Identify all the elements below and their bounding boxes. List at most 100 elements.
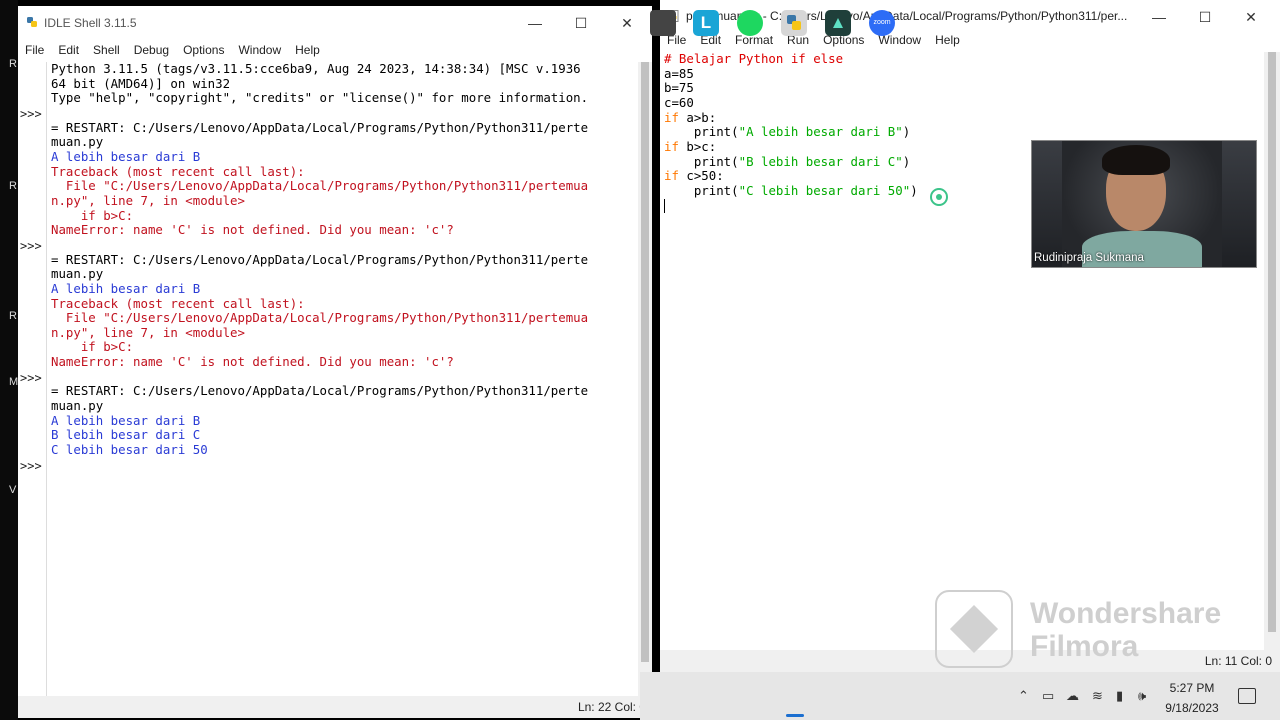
- shell-line: B lebih besar dari C: [51, 427, 201, 443]
- shell-line: if b>C:: [51, 339, 134, 355]
- shell-prompt: >>>: [20, 107, 42, 121]
- microphone-icon[interactable]: ▮: [1116, 688, 1123, 704]
- shell-titlebar[interactable]: IDLE Shell 3.11.5 — ☐ ✕: [18, 6, 652, 40]
- prompt-gutter: >>> >>> >>> >>>: [18, 62, 47, 696]
- code-token: if: [664, 138, 679, 154]
- shell-scrollbar[interactable]: [638, 62, 652, 696]
- maximize-button[interactable]: ☐: [558, 10, 604, 36]
- active-app-indicator: [786, 714, 804, 717]
- code-token: c>50:: [678, 168, 724, 184]
- shell-line: 64 bit (AMD64)] on win32: [51, 75, 231, 91]
- code-token: b=75: [664, 80, 694, 96]
- maximize-button[interactable]: ☐: [1182, 4, 1228, 30]
- code-line: a=85: [664, 66, 1262, 82]
- code-token: "B lebih besar dari C": [738, 153, 903, 169]
- desktop-icon-label: R: [9, 310, 17, 322]
- watermark-line: Wondershare: [1030, 597, 1222, 630]
- l-app-icon[interactable]: L: [693, 10, 719, 36]
- store-icon[interactable]: [650, 10, 676, 36]
- zoom-label: zoom: [873, 19, 891, 26]
- wifi-icon[interactable]: ≋: [1092, 688, 1103, 704]
- show-hidden-icons[interactable]: ⌃: [1018, 688, 1029, 704]
- desktop-icon-label: V: [9, 484, 17, 496]
- shell-line: = RESTART: C:/Users/Lenovo/AppData/Local…: [51, 383, 589, 399]
- desktop-background: R R R M V: [0, 0, 18, 720]
- shell-line: A lebih besar dari B: [51, 280, 201, 296]
- volume-icon[interactable]: 🕪: [1138, 688, 1146, 704]
- shell-line: muan.py: [51, 398, 104, 414]
- minimize-button[interactable]: —: [1136, 4, 1182, 30]
- menu-window[interactable]: Window: [231, 40, 288, 57]
- code-token: ): [910, 182, 918, 198]
- shell-line: muan.py: [51, 266, 104, 282]
- scrollbar-thumb[interactable]: [1268, 52, 1276, 632]
- shell-line: n.py", line 7, in <module>: [51, 192, 245, 208]
- clock-time: 5:27 PM: [1169, 681, 1215, 695]
- shell-line: NameError: name 'C' is not defined. Did …: [51, 354, 454, 370]
- shell-line: A lebih besar dari B: [51, 412, 201, 428]
- shell-output-area[interactable]: Python 3.11.5 (tags/v3.11.5:cce6ba9, Aug…: [51, 62, 638, 696]
- shell-statusbar: Ln: 22 Col: 0: [18, 696, 652, 718]
- l-app-label: L: [700, 13, 712, 32]
- menu-debug[interactable]: Debug: [127, 40, 176, 57]
- notification-icon[interactable]: [1238, 688, 1256, 704]
- shell-line: NameError: name 'C' is not defined. Did …: [51, 222, 454, 238]
- menu-help[interactable]: Help: [288, 40, 327, 57]
- code-token: ): [902, 153, 911, 169]
- code-token: ): [902, 124, 911, 140]
- shell-line: A lebih besar dari B: [51, 148, 201, 164]
- shell-menubar: File Edit Shell Debug Options Window Help: [18, 40, 652, 62]
- code-token: # Belajar Python if else: [664, 52, 844, 66]
- code-token: "A lebih besar dari B": [738, 124, 903, 140]
- shell-line: C lebih besar dari 50: [51, 442, 208, 458]
- desktop-icon-label: R: [9, 180, 17, 192]
- shell-line: = RESTART: C:/Users/Lenovo/AppData/Local…: [51, 251, 589, 267]
- shell-prompt: >>>: [20, 459, 42, 473]
- filmora-icon[interactable]: [825, 10, 851, 36]
- code-token: "C lebih besar dari 50": [738, 182, 911, 198]
- system-clock[interactable]: 5:27 PM 9/18/2023: [1160, 678, 1224, 718]
- code-token: if: [664, 168, 679, 184]
- shell-line: File "C:/Users/Lenovo/AppData/Local/Prog…: [51, 178, 589, 194]
- menu-help[interactable]: Help: [928, 30, 967, 47]
- idle-shell-window: IDLE Shell 3.11.5 — ☐ ✕ File Edit Shell Deb…: [18, 6, 652, 718]
- cursor-position: Ln: 22 Col: 0: [577, 700, 646, 714]
- filmora-watermark-logo: [935, 590, 1013, 668]
- spotify-icon[interactable]: [737, 10, 763, 36]
- code-token: c=60: [664, 94, 694, 110]
- menu-edit[interactable]: Edit: [51, 40, 86, 57]
- scrollbar-thumb[interactable]: [641, 62, 649, 662]
- participant-name: Rudinipraja Sukmana: [1034, 252, 1144, 264]
- zoom-icon[interactable]: zoom: [869, 10, 895, 36]
- shell-line: = RESTART: C:/Users/Lenovo/AppData/Local…: [51, 119, 589, 135]
- shell-line: muan.py: [51, 134, 104, 150]
- code-line: c=60: [664, 94, 1262, 111]
- code-token: print(: [664, 182, 739, 198]
- code-line: print("A lebih besar dari B"): [664, 124, 1262, 140]
- code-token: b>c:: [678, 138, 717, 154]
- webcam-overlay: Rudinipraja Sukmana: [1031, 140, 1257, 268]
- menu-shell[interactable]: Shell: [86, 40, 127, 57]
- close-button[interactable]: ✕: [604, 10, 650, 36]
- clock-date: 9/18/2023: [1165, 701, 1219, 715]
- python-idle-icon[interactable]: [781, 10, 807, 36]
- code-line: # Belajar Python if else: [664, 52, 1262, 67]
- shell-line: Traceback (most recent call last):: [51, 295, 305, 311]
- code-token: print(: [664, 124, 739, 140]
- minimize-button[interactable]: —: [512, 10, 558, 36]
- mouse-click-indicator: [930, 188, 948, 206]
- menu-options[interactable]: Options: [176, 40, 231, 57]
- python-icon: [27, 17, 37, 27]
- close-button[interactable]: ✕: [1228, 4, 1274, 30]
- battery-icon[interactable]: ▭: [1042, 688, 1054, 704]
- shell-line: n.py", line 7, in <module>: [51, 324, 245, 340]
- menu-file[interactable]: File: [18, 40, 51, 57]
- shell-line: if b>C:: [51, 207, 134, 223]
- shell-line: File "C:/Users/Lenovo/AppData/Local/Prog…: [51, 310, 589, 326]
- code-token: if: [664, 109, 679, 125]
- onedrive-icon[interactable]: ☁: [1066, 688, 1079, 704]
- editor-scrollbar[interactable]: [1264, 52, 1280, 650]
- shell-prompt: >>>: [20, 371, 42, 385]
